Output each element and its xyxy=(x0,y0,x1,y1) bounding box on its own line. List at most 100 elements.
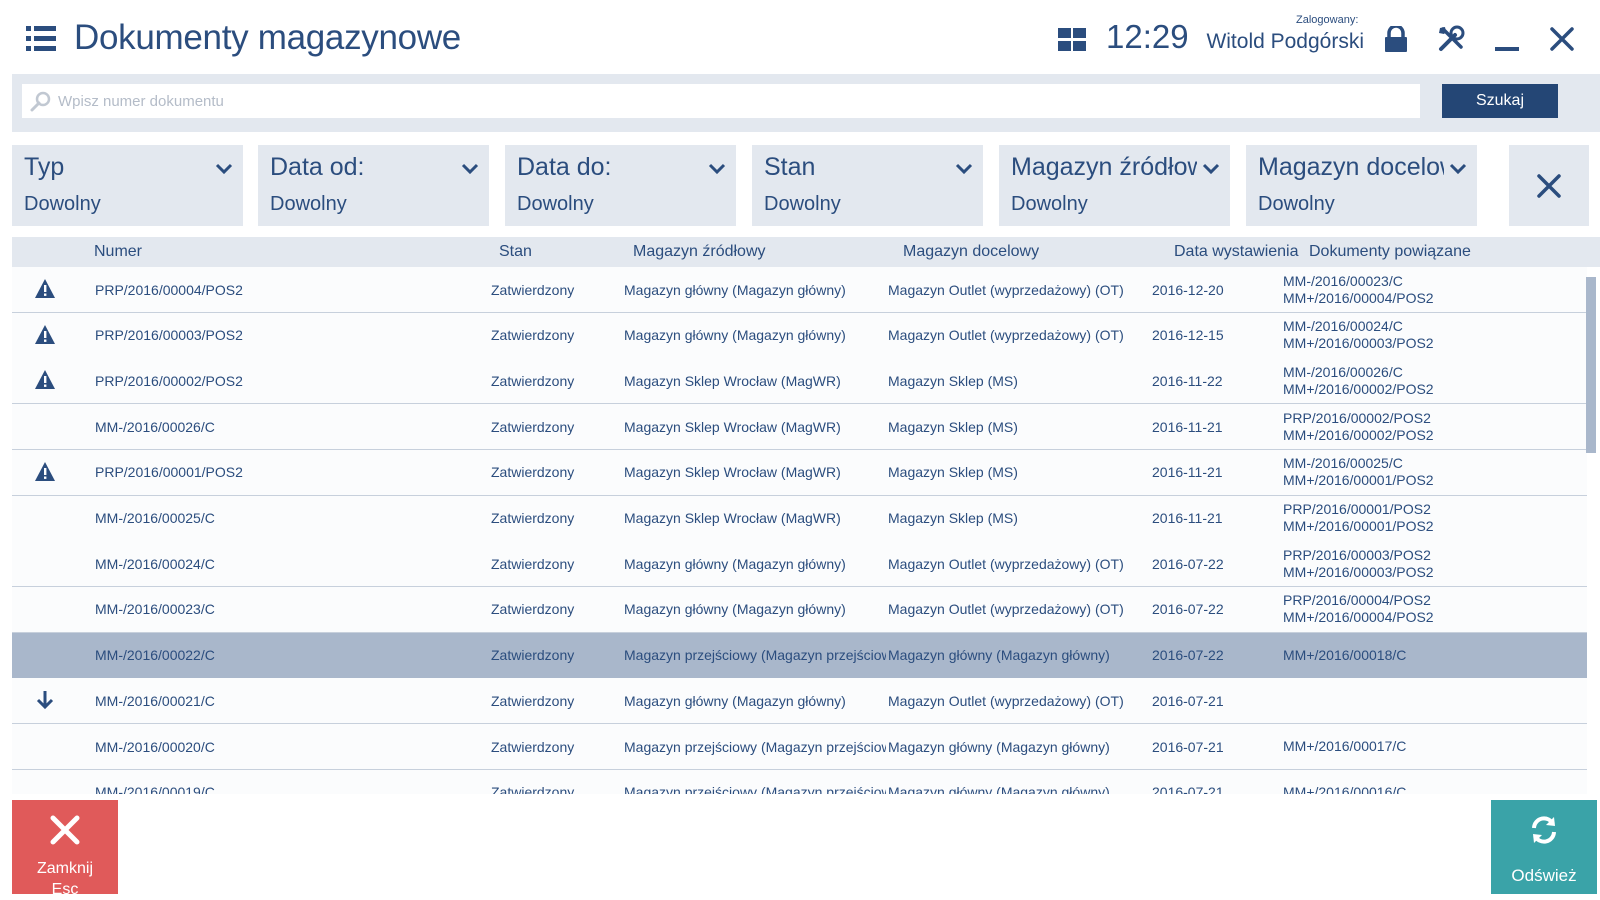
cell-numer: MM-/2016/00026/C xyxy=(95,418,215,435)
table-row[interactable]: MM-/2016/00024/C Zatwierdzony Magazyn głów… xyxy=(12,541,1587,588)
related-document-link[interactable]: MM+/2016/00004/POS2 xyxy=(1283,290,1434,307)
table-scrollbar[interactable] xyxy=(1586,267,1596,794)
table-row[interactable]: PRP/2016/00003/POS2 Zatwierdzony Magazyn g… xyxy=(12,312,1587,359)
cell-numer: PRP/2016/00004/POS2 xyxy=(95,281,243,298)
cell-numer: MM-/2016/00022/C xyxy=(95,647,215,664)
cell-magazyn-zrodlowy: Magazyn Sklep Wrocław (MagWR) xyxy=(624,510,841,526)
related-document-link[interactable]: MM+/2016/00018/C xyxy=(1283,647,1406,664)
close-window-icon[interactable] xyxy=(1545,22,1579,56)
related-document-link[interactable]: MM-/2016/00025/C xyxy=(1283,455,1403,472)
cell-magazyn-docelowy: Magazyn Outlet (wyprzedażowy) (OT) xyxy=(888,555,1124,572)
related-document-link[interactable]: MM+/2016/00002/POS2 xyxy=(1283,381,1434,398)
documents-table: PRP/2016/00004/POS2 Zatwierdzony Magazyn g… xyxy=(12,267,1600,794)
cell-stan: Zatwierdzony xyxy=(491,784,575,794)
cell-magazyn-docelowy: Magazyn Sklep (MS) xyxy=(888,464,1018,481)
clear-filters-button[interactable] xyxy=(1509,145,1589,226)
table-row[interactable]: MM-/2016/00025/C Zatwierdzony Magazyn Skle… xyxy=(12,495,1587,542)
related-document-link[interactable]: MM+/2016/00001/POS2 xyxy=(1283,472,1434,489)
column-header-magazyn-zrodlowy[interactable]: Magazyn źródłowy xyxy=(633,243,766,261)
close-button-shortcut: Esc xyxy=(51,881,79,898)
user-name[interactable]: Witold Podgórski xyxy=(1200,30,1364,54)
column-header-dokumenty-powiazane[interactable]: Dokumenty powiązane xyxy=(1309,243,1471,261)
related-document-link[interactable]: MM+/2016/00016/C xyxy=(1283,784,1406,794)
table-row[interactable]: MM-/2016/00022/C Zatwierdzony Magazyn prze… xyxy=(12,632,1587,679)
related-document-link[interactable]: MM+/2016/00003/POS2 xyxy=(1283,564,1434,581)
cell-dokumenty-powiazane: PRP/2016/00001/POS2 MM+/2016/00001/POS2 xyxy=(1283,496,1573,541)
column-header-stan[interactable]: Stan xyxy=(499,243,532,261)
filter-typ[interactable]: Typ Dowolny xyxy=(12,145,243,226)
close-icon xyxy=(50,815,80,845)
related-document-link[interactable]: MM-/2016/00026/C xyxy=(1283,364,1403,381)
column-header-magazyn-docelowy[interactable]: Magazyn docelowy xyxy=(903,243,1039,261)
cell-data-wystawienia: 2016-11-22 xyxy=(1152,372,1223,389)
cell-dokumenty-powiazane: PRP/2016/00003/POS2 MM+/2016/00003/POS2 xyxy=(1283,541,1573,586)
search-field xyxy=(22,84,1420,118)
scrollbar-thumb[interactable] xyxy=(1586,277,1596,453)
close-icon xyxy=(1537,173,1561,198)
chevron-down-icon xyxy=(1202,163,1220,175)
table-row[interactable]: PRP/2016/00002/POS2 Zatwierdzony Magazyn S… xyxy=(12,358,1587,405)
chevron-down-icon xyxy=(708,163,726,175)
cell-stan: Zatwierdzony xyxy=(491,510,575,526)
table-row[interactable]: MM-/2016/00019/C Zatwierdzony Magazyn prze… xyxy=(12,769,1587,794)
related-document-link[interactable]: PRP/2016/00002/POS2 xyxy=(1283,410,1431,427)
related-document-link[interactable]: MM+/2016/00017/C xyxy=(1283,738,1406,755)
related-document-link[interactable]: PRP/2016/00004/POS2 xyxy=(1283,592,1431,609)
related-document-link[interactable]: PRP/2016/00001/POS2 xyxy=(1283,501,1431,518)
cell-magazyn-zrodlowy: Magazyn przejściowy (Magazyn przejściowy… xyxy=(624,647,886,664)
cell-data-wystawienia: 2016-07-22 xyxy=(1152,555,1224,572)
table-row[interactable]: PRP/2016/00001/POS2 Zatwierdzony Magazyn S… xyxy=(12,449,1587,496)
tiles-icon[interactable] xyxy=(1058,28,1088,52)
filter-magazyn-zrodlowy[interactable]: Magazyn źródłowy Dowolny xyxy=(999,145,1230,226)
cell-dokumenty-powiazane: PRP/2016/00002/POS2 MM+/2016/00002/POS2 xyxy=(1283,404,1573,449)
table-row[interactable]: MM-/2016/00023/C Zatwierdzony Magazyn głów… xyxy=(12,586,1587,633)
table-row[interactable]: PRP/2016/00004/POS2 Zatwierdzony Magazyn g… xyxy=(12,267,1587,313)
filter-value: Dowolny xyxy=(1258,193,1335,215)
cell-data-wystawienia: 2016-11-21 xyxy=(1152,464,1223,481)
related-document-link[interactable]: MM-/2016/00024/C xyxy=(1283,318,1403,335)
refresh-button[interactable]: Odśwież xyxy=(1491,800,1597,894)
filter-label: Stan xyxy=(764,153,816,181)
search-input[interactable] xyxy=(58,84,1408,118)
related-document-link[interactable]: MM+/2016/00002/POS2 xyxy=(1283,427,1434,444)
table-row[interactable]: MM-/2016/00021/C Zatwierdzony Magazyn głów… xyxy=(12,678,1587,725)
filter-data-od[interactable]: Data od: Dowolny xyxy=(258,145,489,226)
filter-label: Data do: xyxy=(517,153,612,181)
table-row[interactable]: MM-/2016/00020/C Zatwierdzony Magazyn prze… xyxy=(12,724,1587,770)
filter-magazyn-docelowy[interactable]: Magazyn docelowy Dowolny xyxy=(1246,145,1477,226)
cell-magazyn-zrodlowy: Magazyn Sklep Wrocław (MagWR) xyxy=(624,372,841,389)
filter-stan[interactable]: Stan Dowolny xyxy=(752,145,983,226)
filter-data-do[interactable]: Data do: Dowolny xyxy=(505,145,736,226)
cell-data-wystawienia: 2016-12-15 xyxy=(1152,327,1224,344)
search-button[interactable]: Szukaj xyxy=(1442,84,1558,118)
cell-magazyn-docelowy: Magazyn Outlet (wyprzedażowy) (OT) xyxy=(888,281,1124,298)
minimize-icon[interactable] xyxy=(1490,22,1524,56)
warning-icon xyxy=(34,461,56,483)
related-document-link[interactable]: PRP/2016/00003/POS2 xyxy=(1283,547,1431,564)
filter-value: Dowolny xyxy=(517,193,594,215)
app-header: Dokumenty magazynowe 12:29 Zalogowany: W… xyxy=(0,0,1600,74)
cell-stan: Zatwierdzony xyxy=(491,738,575,755)
tools-icon[interactable] xyxy=(1434,22,1468,56)
related-document-link[interactable]: MM+/2016/00001/POS2 xyxy=(1283,518,1434,535)
related-document-link[interactable]: MM+/2016/00003/POS2 xyxy=(1283,335,1434,352)
refresh-icon xyxy=(1532,816,1556,844)
close-button[interactable]: Zamknij Esc xyxy=(12,800,118,898)
related-document-link[interactable]: MM+/2016/00004/POS2 xyxy=(1283,609,1434,626)
lock-icon[interactable] xyxy=(1379,22,1413,56)
cell-magazyn-zrodlowy: Magazyn przejściowy (Magazyn przejściowy… xyxy=(624,784,886,794)
filter-value: Dowolny xyxy=(1011,193,1088,215)
column-header-numer[interactable]: Numer xyxy=(94,243,142,261)
filter-label: Typ xyxy=(24,153,65,181)
cell-magazyn-docelowy: Magazyn Outlet (wyprzedażowy) (OT) xyxy=(888,692,1124,709)
cell-magazyn-docelowy: Magazyn Sklep (MS) xyxy=(888,510,1018,526)
cell-numer: MM-/2016/00021/C xyxy=(95,692,215,709)
cell-stan: Zatwierdzony xyxy=(491,372,575,389)
column-header-data-wystawienia[interactable]: Data wystawienia xyxy=(1174,243,1299,261)
related-document-link[interactable]: MM-/2016/00023/C xyxy=(1283,273,1403,290)
hamburger-menu-icon[interactable] xyxy=(26,26,56,52)
cell-dokumenty-powiazane: MM+/2016/00016/C xyxy=(1283,770,1573,794)
table-row[interactable]: MM-/2016/00026/C Zatwierdzony Magazyn Skle… xyxy=(12,404,1587,451)
cell-stan: Zatwierdzony xyxy=(491,601,575,618)
filter-value: Dowolny xyxy=(270,193,347,215)
